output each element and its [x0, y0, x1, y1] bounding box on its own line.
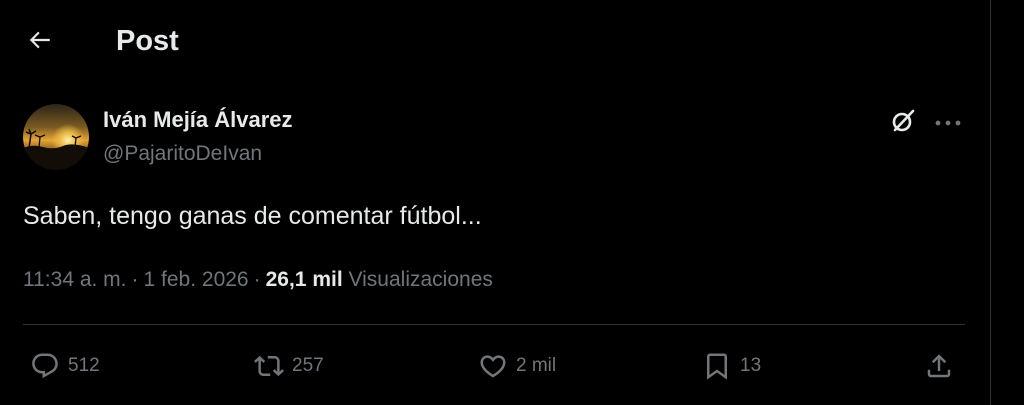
tweet-time[interactable]: 11:34 a. m.: [23, 268, 127, 291]
meta-separator: ·: [253, 268, 261, 291]
author-name[interactable]: Iván Mejía Álvarez: [103, 106, 293, 134]
page-title: Post: [116, 25, 179, 57]
sunset-beach-avatar-image: [23, 104, 89, 170]
action-bar-divider: [23, 324, 965, 325]
bookmark-count: 13: [740, 355, 762, 376]
grok-icon: [889, 107, 917, 140]
bookmark-icon: [700, 349, 734, 383]
column-divider: [990, 0, 991, 405]
tweet-date[interactable]: 1 feb. 2026: [144, 268, 249, 291]
tweet-text: Saben, tengo ganas de comentar fútbol...: [23, 202, 482, 230]
reply-icon: [28, 349, 62, 383]
more-options-button[interactable]: [930, 106, 966, 140]
repost-icon: [252, 349, 286, 383]
arrow-left-icon: [27, 27, 53, 58]
heart-icon: [476, 349, 510, 383]
share-icon: [922, 349, 956, 383]
back-button[interactable]: [22, 24, 58, 60]
like-count: 2 mil: [516, 355, 557, 376]
more-horizontal-icon: [934, 114, 962, 132]
avatar[interactable]: [23, 104, 89, 170]
repost-count: 257: [292, 355, 324, 376]
share-button[interactable]: [922, 346, 956, 386]
reply-count: 512: [68, 355, 100, 376]
tweet-meta: 11:34 a. m. · 1 feb. 2026 · 26,1 mil Visuali…: [23, 265, 493, 295]
author-handle[interactable]: @PajaritoDeIvan: [103, 140, 262, 168]
reply-button[interactable]: 512: [28, 346, 100, 386]
meta-separator: ·: [131, 268, 139, 291]
like-button[interactable]: 2 mil: [476, 346, 556, 386]
repost-button[interactable]: 257: [252, 346, 324, 386]
views-label[interactable]: Visualizaciones: [349, 268, 493, 291]
grok-button[interactable]: [886, 106, 920, 140]
views-count[interactable]: 26,1 mil: [266, 268, 343, 291]
bookmark-button[interactable]: 13: [700, 346, 761, 386]
post-header: Post: [0, 0, 990, 82]
